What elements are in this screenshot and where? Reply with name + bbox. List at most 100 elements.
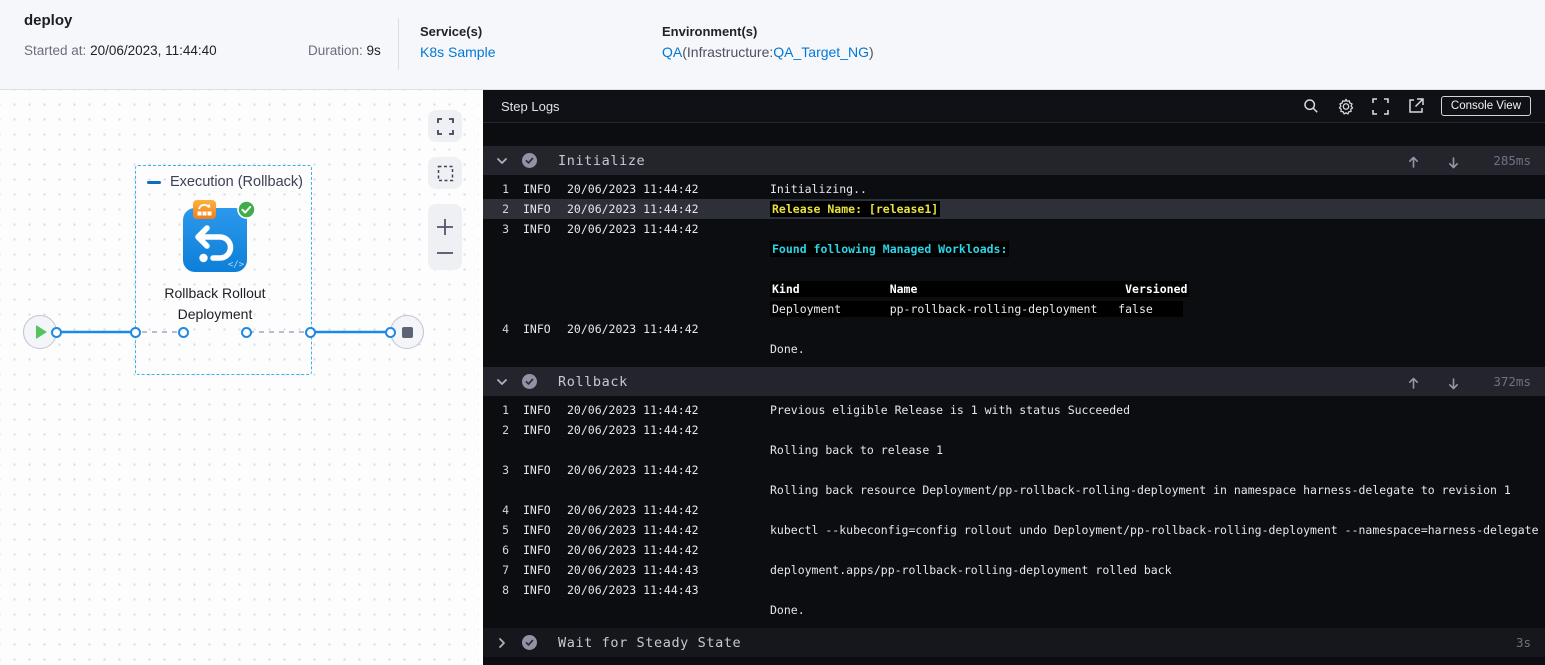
section-title: Wait for Steady State xyxy=(558,634,742,651)
log-level: INFO xyxy=(523,523,551,537)
log-line-number: 4 xyxy=(502,322,509,336)
edge-connector xyxy=(305,326,316,338)
log-text-plain: kubectl --kubeconfig=config rollout undo… xyxy=(770,523,1539,537)
zoom-in-icon[interactable] xyxy=(436,218,454,236)
marquee-select-icon xyxy=(437,165,453,181)
log-line-number: 6 xyxy=(502,543,509,557)
stop-icon xyxy=(401,326,413,338)
log-message-line: Done. xyxy=(770,600,1545,620)
collapse-group-icon[interactable] xyxy=(147,180,161,184)
pipeline-graph-canvas[interactable]: Execution (Rollback) </> Rollback Rollou… xyxy=(0,90,481,665)
log-text-plain: Previous eligible Release is 1 with stat… xyxy=(770,403,1131,417)
log-line-number: 7 xyxy=(502,563,509,577)
log-level: INFO xyxy=(523,583,551,597)
log-message-line: Release Name: [release1] xyxy=(770,199,1545,219)
step-label: Rollback Rollout Deployment xyxy=(164,285,266,322)
log-section-header-initialize[interactable]: Initialize 285ms xyxy=(483,146,1545,175)
log-message: Previous eligible Release is 1 with stat… xyxy=(770,400,1545,420)
fullscreen-icon[interactable] xyxy=(1372,97,1390,115)
log-message: Rolling back resource Deployment/pp-roll… xyxy=(770,460,1545,500)
log-message-line: Done. xyxy=(770,339,1545,359)
log-message: Initializing.. xyxy=(770,179,1545,199)
services-block: Service(s) K8s Sample xyxy=(420,24,495,60)
scroll-to-bottom-icon[interactable] xyxy=(1447,154,1461,168)
fit-to-screen-button[interactable] xyxy=(428,110,462,142)
log-level: INFO xyxy=(523,463,551,477)
services-label: Service(s) xyxy=(420,24,483,39)
section-duration: 3s xyxy=(1515,635,1531,650)
group-label[interactable]: Execution (Rollback) xyxy=(147,174,303,190)
log-line-number: 2 xyxy=(502,202,509,216)
settings-gear-icon[interactable] xyxy=(1337,97,1355,115)
chevron-down-icon[interactable] xyxy=(495,375,509,389)
zoom-out-icon[interactable] xyxy=(436,250,454,256)
section-duration: 372ms xyxy=(1493,374,1531,389)
service-link[interactable]: K8s Sample xyxy=(420,44,495,60)
log-section-header-rollback[interactable]: Rollback 372ms xyxy=(483,367,1545,396)
log-timestamp: 20/06/2023 11:44:42 xyxy=(567,523,699,537)
log-message-line xyxy=(770,420,1545,440)
started-at-label: Started at: xyxy=(24,43,87,58)
section-success-check-icon xyxy=(522,374,537,389)
edge-connector xyxy=(130,326,141,338)
edge-connector xyxy=(385,326,396,338)
log-level: INFO xyxy=(523,563,551,577)
section-title: Initialize xyxy=(558,152,646,169)
log-message-line: deployment.apps/pp-rollback-rolling-depl… xyxy=(770,560,1545,580)
rollback-step-node[interactable]: </> xyxy=(183,200,256,272)
log-row: 1 INFO 20/06/2023 11:44:42 Initializing.. xyxy=(483,179,1545,199)
log-timestamp: 20/06/2023 11:44:42 xyxy=(567,543,699,557)
log-section-header-wait-for-steady-state[interactable]: Wait for Steady State 3s xyxy=(483,628,1545,657)
log-text-plain: Rolling back resource Deployment/pp-roll… xyxy=(770,483,1511,497)
log-message-line: Previous eligible Release is 1 with stat… xyxy=(770,400,1545,420)
log-row: 3 INFO 20/06/2023 11:44:42 Rolling back re… xyxy=(483,460,1545,500)
edge-connector xyxy=(241,326,252,338)
scroll-to-bottom-icon[interactable] xyxy=(1447,375,1461,389)
marquee-select-button[interactable] xyxy=(428,157,462,189)
log-row: 8 INFO 20/06/2023 11:44:43 Done. xyxy=(483,580,1545,620)
fullscreen-icon xyxy=(436,117,454,135)
log-message-line xyxy=(770,500,1545,520)
log-row: 6 INFO 20/06/2023 11:44:42 xyxy=(483,540,1545,560)
log-line-number: 3 xyxy=(502,463,509,477)
environment-link[interactable]: QA(Infrastructure:QA_Target_NG) xyxy=(662,44,874,60)
log-level: INFO xyxy=(523,222,551,236)
scroll-to-top-icon[interactable] xyxy=(1407,375,1421,389)
step-logs-console: Step Logs Console View Initialize 285ms 1 I… xyxy=(483,90,1545,665)
log-row: 1 INFO 20/06/2023 11:44:42 Previous eligibl… xyxy=(483,400,1545,420)
log-text-plain: deployment.apps/pp-rollback-rolling-depl… xyxy=(770,563,1172,577)
chevron-down-icon[interactable] xyxy=(495,154,509,168)
log-line-number: 4 xyxy=(502,503,509,517)
console-view-button[interactable]: Console View xyxy=(1440,96,1531,116)
log-line-number: 3 xyxy=(502,222,509,236)
section-logs-initialize: 1 INFO 20/06/2023 11:44:42 Initializing.. 2 I… xyxy=(483,175,1545,364)
scroll-to-top-icon[interactable] xyxy=(1407,154,1421,168)
log-message-line: Rolling back to release 1 xyxy=(770,440,1545,460)
log-text-cyan: Found following Managed Workloads: xyxy=(770,241,1010,257)
log-level: INFO xyxy=(523,202,551,216)
log-text-plain: Rolling back to release 1 xyxy=(770,443,944,457)
log-text-plain: Initializing.. xyxy=(770,182,867,196)
pipeline-execution-page: deploy Started at: 20/06/2023, 11:44:40 … xyxy=(0,0,1545,665)
log-message-line xyxy=(770,219,1545,239)
started-at: Started at: 20/06/2023, 11:44:40 xyxy=(24,43,217,58)
log-line-number: 1 xyxy=(502,403,509,417)
duration: Duration: 9s xyxy=(308,43,381,58)
log-message-line: Initializing.. xyxy=(770,179,1545,199)
log-line-number: 8 xyxy=(502,583,509,597)
log-row: 4 INFO 20/06/2023 11:44:42 Done. xyxy=(483,319,1545,359)
console-title: Step Logs xyxy=(501,98,560,114)
section-title: Rollback xyxy=(558,373,628,390)
log-message: Found following Managed Workloads: Kind … xyxy=(770,219,1545,319)
console-header: Step Logs Console View xyxy=(483,90,1545,123)
search-icon[interactable] xyxy=(1302,97,1320,115)
open-in-new-icon[interactable] xyxy=(1407,97,1425,115)
log-message-line xyxy=(770,319,1545,339)
log-message: Release Name: [release1] xyxy=(770,199,1545,219)
log-message-line: Kind Name Versioned xyxy=(770,279,1545,299)
log-text-plain: Done. xyxy=(770,603,805,617)
started-at-value: 20/06/2023, 11:44:40 xyxy=(90,43,217,58)
log-message-line xyxy=(770,580,1545,600)
log-message-line xyxy=(770,460,1545,480)
chevron-right-icon[interactable] xyxy=(495,636,509,650)
